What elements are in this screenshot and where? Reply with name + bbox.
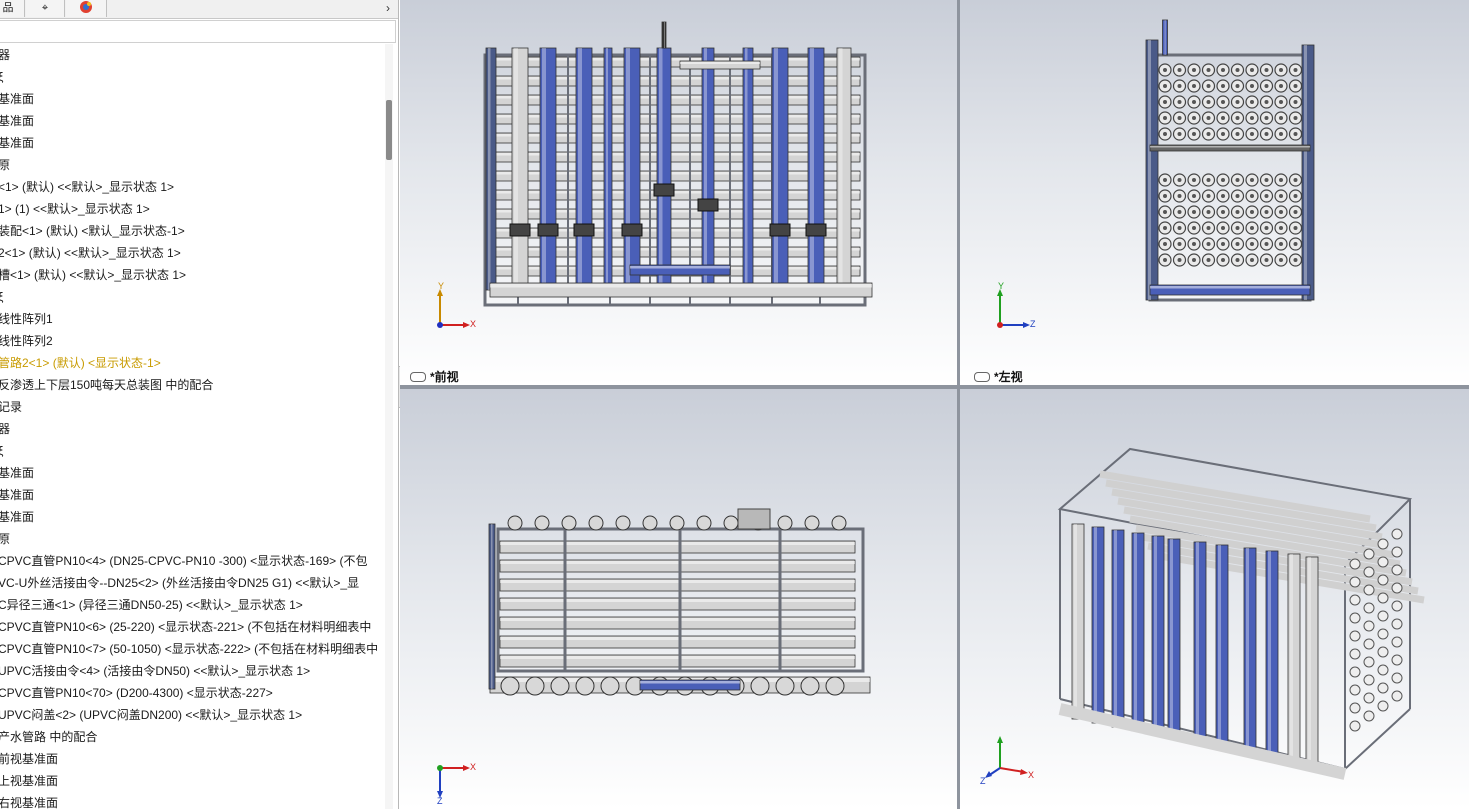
tree-item[interactable]: 基准面	[0, 88, 390, 110]
tree-item[interactable]: 反渗透上下层150吨每天总装图 中的配合	[0, 374, 390, 396]
tab-config-manager[interactable]: ⌖	[26, 0, 65, 17]
viewport-top[interactable]: X Z	[400, 389, 957, 809]
viewport-front[interactable]: Y X *前视	[400, 0, 957, 385]
tree-item[interactable]: ξ	[0, 286, 390, 308]
view-name-left: *左视	[994, 370, 1023, 384]
tree-list: 器ξ基准面基准面基准面原<1> (默认) <<默认>_显示状态 1>1> (1)…	[0, 44, 390, 809]
tree-item[interactable]: ξ	[0, 440, 390, 462]
tree-item[interactable]: 上视基准面	[0, 770, 390, 792]
tree-item[interactable]: 器	[0, 44, 390, 66]
tree-filter-input[interactable]	[0, 20, 396, 43]
tree-item[interactable]: 槽<1> (默认) <<默认>_显示状态 1>	[0, 264, 390, 286]
tree-item[interactable]: 基准面	[0, 110, 390, 132]
top-view-model	[488, 508, 871, 696]
appearance-icon	[80, 1, 92, 13]
tree-item[interactable]: 线性阵列2	[0, 330, 390, 352]
tree-item[interactable]: 装配<1> (默认) <默认_显示状态-1>	[0, 220, 390, 242]
tree-scrollbar-thumb[interactable]	[386, 100, 392, 160]
tree-item[interactable]: CPVC直管PN10<4> (DN25-CPVC-PN10 -300) <显示状…	[0, 550, 390, 572]
tree-item[interactable]: 1> (1) <<默认>_显示状态 1>	[0, 198, 390, 220]
tree-item[interactable]: 产水管路 中的配合	[0, 726, 390, 748]
tree-item[interactable]: 前视基准面	[0, 748, 390, 770]
tree-scrollbar[interactable]	[385, 44, 393, 809]
tree-item[interactable]: ξ	[0, 66, 390, 88]
tree-item[interactable]: 管路2<1> (默认) <显示状态-1>	[0, 352, 390, 374]
tree-item[interactable]: 记录	[0, 396, 390, 418]
chevron-right-icon[interactable]: ›	[381, 0, 395, 17]
link-icon[interactable]	[410, 371, 426, 382]
tree-item[interactable]: C异径三通<1> (异径三通DN50-25) <<默认>_显示状态 1>	[0, 594, 390, 616]
tree-item[interactable]: 基准面	[0, 462, 390, 484]
tree-item[interactable]: CPVC直管PN10<7> (50-1050) <显示状态-222> (不包括在…	[0, 638, 390, 660]
view-label-front: *前视	[410, 368, 459, 385]
front-view-model	[483, 21, 873, 307]
tree-item[interactable]: VC-U外丝活接由令--DN25<2> (外丝活接由令DN25 G1) <<默认…	[0, 572, 390, 594]
tree-item[interactable]: <1> (默认) <<默认>_显示状态 1>	[0, 176, 390, 198]
link-icon[interactable]	[974, 371, 990, 382]
tree-item[interactable]: CPVC直管PN10<6> (25-220) <显示状态-221> (不包括在材…	[0, 616, 390, 638]
triad-front: Y X	[430, 281, 480, 340]
viewport-horizontal-splitter[interactable]	[400, 385, 1469, 389]
viewport-isometric[interactable]: X Z	[960, 389, 1469, 809]
tree-item[interactable]: CPVC直管PN10<70> (D200-4300) <显示状态-227>	[0, 682, 390, 704]
tab-display-manager[interactable]	[66, 0, 107, 17]
tree-item[interactable]: 线性阵列1	[0, 308, 390, 330]
tree-item[interactable]: 右视基准面	[0, 792, 390, 809]
tree-item[interactable]: 原	[0, 528, 390, 550]
triad-z-label: Z	[437, 796, 443, 806]
tree-item[interactable]: UPVC闷盖<2> (UPVC闷盖DN200) <<默认>_显示状态 1>	[0, 704, 390, 726]
triad-x-label: X	[470, 319, 477, 329]
tab-feature-manager[interactable]: 品	[0, 0, 25, 17]
feature-tree-panel: 品 ⌖ › 器ξ基准面基准面基准面原<1> (默认) <<默认>_显示状态 1>…	[0, 0, 399, 809]
tree-tabs: 品 ⌖ ›	[0, 0, 398, 19]
triad-y-label: Y	[438, 281, 445, 291]
triad-z-label: Z	[1030, 319, 1036, 329]
tree-item[interactable]: 2<1> (默认) <<默认>_显示状态 1>	[0, 242, 390, 264]
tree-item[interactable]: 器	[0, 418, 390, 440]
triad-x-label: X	[470, 762, 477, 772]
triad-iso: X Z	[980, 734, 1040, 789]
tree-item[interactable]: UPVC活接由令<4> (活接由令DN50) <<默认>_显示状态 1>	[0, 660, 390, 682]
view-label-left: *左视	[974, 368, 1023, 385]
view-name-front: *前视	[430, 370, 459, 384]
triad-y-label: Y	[998, 281, 1005, 291]
tree-item[interactable]: 原	[0, 154, 390, 176]
tree-item[interactable]: 基准面	[0, 484, 390, 506]
triad-z-label: Z	[980, 776, 986, 786]
triad-left: Y Z	[990, 281, 1040, 340]
tree-item[interactable]: 基准面	[0, 132, 390, 154]
viewport-vertical-splitter[interactable]	[957, 0, 960, 809]
triad-x-label: X	[1028, 770, 1035, 780]
tree-item[interactable]: 基准面	[0, 506, 390, 528]
triad-top: X Z	[430, 754, 480, 809]
viewport-left[interactable]: Y Z *左视	[960, 0, 1469, 385]
